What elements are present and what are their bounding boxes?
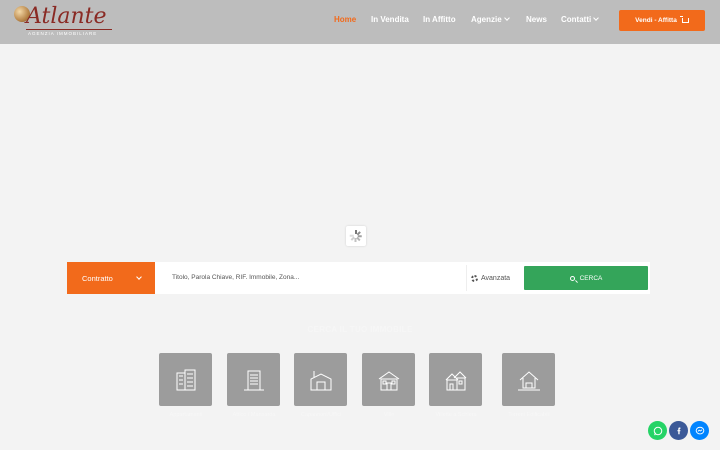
section-title: CERCA IL TUO IMMOBILE [307, 325, 413, 334]
logo-tagline: AGENZIA IMMOBILIARE [28, 31, 98, 36]
townhouse-icon [445, 370, 466, 390]
chevron-down-icon [593, 15, 600, 21]
loading-spinner-icon [346, 226, 366, 246]
messenger-icon[interactable] [690, 421, 709, 440]
search-button[interactable]: CERCA [524, 266, 648, 290]
chevron-down-icon [503, 15, 510, 21]
whatsapp-icon[interactable] [648, 421, 667, 440]
logo-brand: Atlante [26, 4, 107, 29]
facebook-icon[interactable] [669, 421, 688, 440]
category-capannoni-uffici[interactable] [294, 353, 347, 406]
category-attico-mansarda[interactable] [227, 353, 280, 406]
nav-home[interactable]: Home [334, 15, 356, 24]
gear-icon [471, 274, 478, 282]
category-villette-a-schiera[interactable] [429, 353, 482, 406]
category-label: Villette a Schiera [435, 412, 477, 418]
header: Atlante AGENZIA IMMOBILIARE Home In Vend… [0, 0, 720, 44]
tower-icon [243, 370, 264, 390]
contract-select[interactable]: Contratto [67, 262, 155, 294]
search-input[interactable]: Titolo, Parola Chiave, RIF. Immobile, Zo… [172, 274, 299, 281]
category-label: Terreni Edificabili [508, 412, 550, 418]
chevron-down-icon [136, 274, 142, 280]
warehouse-icon [310, 370, 331, 390]
logo[interactable]: Atlante AGENZIA IMMOBILIARE [12, 4, 112, 42]
land-icon [517, 370, 540, 390]
category-terreni-edificabili[interactable] [502, 353, 555, 406]
nav-contatti[interactable]: Contatti [561, 15, 600, 24]
nav-news[interactable]: News [526, 15, 547, 24]
apartment-icon [176, 369, 195, 390]
cart-icon [679, 16, 689, 23]
nav-in-affitto[interactable]: In Affitto [423, 15, 456, 24]
search-icon [569, 275, 575, 281]
villa-icon [378, 370, 399, 390]
nav-in-vendita[interactable]: In Vendita [371, 15, 409, 24]
category-ville[interactable] [362, 353, 415, 406]
category-appartamenti[interactable] [159, 353, 212, 406]
advanced-search-button[interactable]: Avanzata [466, 265, 517, 291]
vendi-affitta-button[interactable]: Vendi - Affitta [619, 10, 705, 31]
nav-agenzie[interactable]: Agenzie [471, 15, 510, 24]
